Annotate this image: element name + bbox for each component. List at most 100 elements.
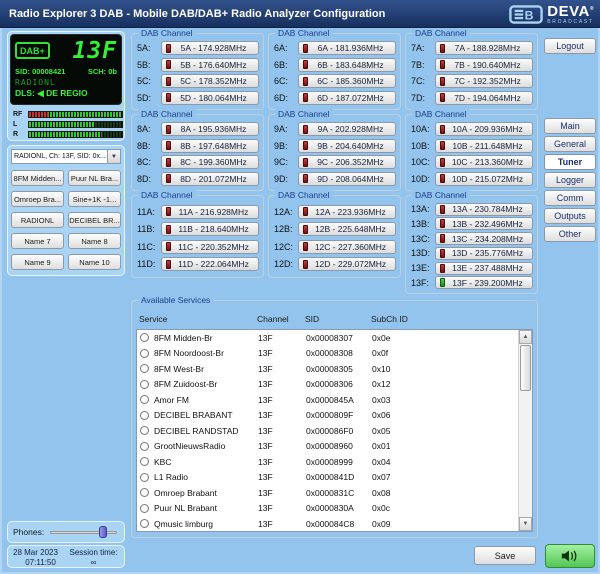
- phones-volume-slider[interactable]: [48, 525, 119, 539]
- channel-button-7A[interactable]: 7A - 188.928MHz: [435, 41, 533, 55]
- service-row[interactable]: 8FM West-Br13F0x000083050x10: [137, 361, 518, 377]
- channel-button-13C[interactable]: 13C - 234.208MHz: [435, 232, 533, 245]
- channel-frequency: 10D - 215.072MHz: [445, 174, 530, 184]
- preset-button-7[interactable]: Name 7: [11, 233, 64, 249]
- channel-button-11C[interactable]: 11C - 220.352MHz: [161, 240, 259, 254]
- channel-button-13F[interactable]: 13F - 239.200MHz: [435, 276, 533, 289]
- channel-button-9B[interactable]: 9B - 204.640MHz: [298, 139, 396, 153]
- service-row[interactable]: DECIBEL RANDSTAD13F0x000086F00x05: [137, 423, 518, 439]
- preset-button-2[interactable]: Puur NL Bra...: [68, 170, 121, 186]
- preset-button-1[interactable]: 8FM Midden...: [11, 170, 64, 186]
- channel-button-10C[interactable]: 10C - 213.360MHz: [435, 155, 533, 169]
- channel-button-7D[interactable]: 7D - 194.064MHz: [435, 91, 533, 105]
- preset-button-9[interactable]: Name 9: [11, 254, 64, 270]
- service-row[interactable]: GrootNieuwsRadio13F0x000089600x01: [137, 439, 518, 455]
- channel-button-9C[interactable]: 9C - 206.352MHz: [298, 155, 396, 169]
- service-row[interactable]: Puur NL Brabant13F0x0000830A0x0c: [137, 501, 518, 517]
- channel-button-8D[interactable]: 8D - 201.072MHz: [161, 172, 259, 186]
- channel-button-13E[interactable]: 13E - 237.488MHz: [435, 262, 533, 275]
- channel-button-6A[interactable]: 6A - 181.936MHz: [298, 41, 396, 55]
- preset-button-3[interactable]: Omroep Bra...: [11, 191, 64, 207]
- channel-button-11A[interactable]: 11A - 216.928MHz: [161, 205, 259, 219]
- service-row[interactable]: Omroep Brabant13F0x0000831C0x08: [137, 485, 518, 501]
- channel-button-5A[interactable]: 5A - 174.928MHz: [161, 41, 259, 55]
- service-row[interactable]: 8FM Midden-Br13F0x000083070x0e: [137, 330, 518, 346]
- deva-logo: B DEVA® BROADCAST: [509, 4, 594, 25]
- channel-frequency: 10A - 209.936MHz: [445, 124, 530, 134]
- tab-other[interactable]: Other: [544, 226, 596, 242]
- service-row[interactable]: Amor FM13F0x0000845A0x03: [137, 392, 518, 408]
- tab-outputs[interactable]: Outputs: [544, 208, 596, 224]
- service-select-dropdown[interactable]: RADIONL, Ch: 13F, SID: 0x... ▼: [11, 149, 121, 164]
- channel-button-12D[interactable]: 12D - 229.072MHz: [298, 257, 396, 271]
- preset-button-4[interactable]: Sine+1K -1...: [68, 191, 121, 207]
- services-scrollbar[interactable]: ▲ ▼: [518, 330, 532, 531]
- group-legend: DAB Channel: [138, 28, 196, 39]
- preset-button-6[interactable]: DECIBEL BR...: [68, 212, 121, 228]
- service-radio[interactable]: [140, 349, 149, 358]
- service-radio[interactable]: [140, 333, 149, 342]
- service-radio[interactable]: [140, 395, 149, 404]
- service-name: 8FM Noordoost-Br: [154, 348, 258, 358]
- channel-button-8B[interactable]: 8B - 197.648MHz: [161, 139, 259, 153]
- preset-button-10[interactable]: Name 10: [68, 254, 121, 270]
- slider-thumb[interactable]: [99, 526, 107, 538]
- service-row[interactable]: L1 Radio13F0x0000841D0x07: [137, 470, 518, 486]
- save-button[interactable]: Save: [474, 546, 536, 565]
- channel-button-11D[interactable]: 11D - 222.064MHz: [161, 257, 259, 271]
- service-radio[interactable]: [140, 504, 149, 513]
- service-radio[interactable]: [140, 488, 149, 497]
- channel-button-10B[interactable]: 10B - 211.648MHz: [435, 139, 533, 153]
- service-radio[interactable]: [140, 380, 149, 389]
- channel-button-13B[interactable]: 13B - 232.496MHz: [435, 217, 533, 230]
- channel-button-12B[interactable]: 12B - 225.648MHz: [298, 222, 396, 236]
- channel-button-6B[interactable]: 6B - 183.648MHz: [298, 58, 396, 72]
- tab-general[interactable]: General: [544, 136, 596, 152]
- service-radio[interactable]: [140, 473, 149, 482]
- service-radio[interactable]: [140, 457, 149, 466]
- tab-main[interactable]: Main: [544, 118, 596, 134]
- channel-button-7C[interactable]: 7C - 192.352MHz: [435, 74, 533, 88]
- channel-button-6C[interactable]: 6C - 185.360MHz: [298, 74, 396, 88]
- channel-button-9A[interactable]: 9A - 202.928MHz: [298, 122, 396, 136]
- channel-button-11B[interactable]: 11B - 218.640MHz: [161, 222, 259, 236]
- channel-button-9D[interactable]: 9D - 208.064MHz: [298, 172, 396, 186]
- service-radio[interactable]: [140, 426, 149, 435]
- service-row[interactable]: DECIBEL BRABANT13F0x0000809F0x06: [137, 408, 518, 424]
- service-subch: 0x04: [372, 457, 518, 467]
- channel-button-12C[interactable]: 12C - 227.360MHz: [298, 240, 396, 254]
- channel-button-8A[interactable]: 8A - 195.936MHz: [161, 122, 259, 136]
- channel-button-13D[interactable]: 13D - 235.776MHz: [435, 247, 533, 260]
- channel-button-13A[interactable]: 13A - 230.784MHz: [435, 203, 533, 216]
- preset-button-8[interactable]: Name 8: [68, 233, 121, 249]
- tab-comm[interactable]: Comm: [544, 190, 596, 206]
- channel-button-5B[interactable]: 5B - 176.640MHz: [161, 58, 259, 72]
- channel-button-12A[interactable]: 12A - 223.936MHz: [298, 205, 396, 219]
- channel-frequency: 7D - 194.064MHz: [445, 93, 530, 103]
- chevron-down-icon[interactable]: ▼: [107, 150, 120, 163]
- channel-button-7B[interactable]: 7B - 190.640MHz: [435, 58, 533, 72]
- scroll-up-icon[interactable]: ▲: [519, 330, 532, 344]
- channel-button-5D[interactable]: 5D - 180.064MHz: [161, 91, 259, 105]
- channel-button-6D[interactable]: 6D - 187.072MHz: [298, 91, 396, 105]
- audio-monitor-button[interactable]: [545, 544, 595, 568]
- service-row[interactable]: KBC13F0x000089990x04: [137, 454, 518, 470]
- service-row[interactable]: 8FM Noordoost-Br13F0x000083080x0f: [137, 346, 518, 362]
- tab-tuner[interactable]: Tuner: [544, 154, 596, 170]
- logout-button[interactable]: Logout: [544, 38, 596, 54]
- preset-button-5[interactable]: RADIONL: [11, 212, 64, 228]
- channel-button-10D[interactable]: 10D - 215.072MHz: [435, 172, 533, 186]
- channel-button-10A[interactable]: 10A - 209.936MHz: [435, 122, 533, 136]
- scrollbar-thumb[interactable]: [520, 345, 531, 391]
- service-radio[interactable]: [140, 364, 149, 373]
- channel-label: 6C:: [274, 76, 298, 86]
- channel-button-5C[interactable]: 5C - 178.352MHz: [161, 74, 259, 88]
- tab-logger[interactable]: Logger: [544, 172, 596, 188]
- service-radio[interactable]: [140, 519, 149, 528]
- scroll-down-icon[interactable]: ▼: [519, 517, 532, 531]
- service-radio[interactable]: [140, 411, 149, 420]
- service-radio[interactable]: [140, 442, 149, 451]
- service-row[interactable]: 8FM Zuidoost-Br13F0x000083060x12: [137, 377, 518, 393]
- channel-button-8C[interactable]: 8C - 199.360MHz: [161, 155, 259, 169]
- service-row[interactable]: Qmusic limburg13F0x000084C80x09: [137, 516, 518, 532]
